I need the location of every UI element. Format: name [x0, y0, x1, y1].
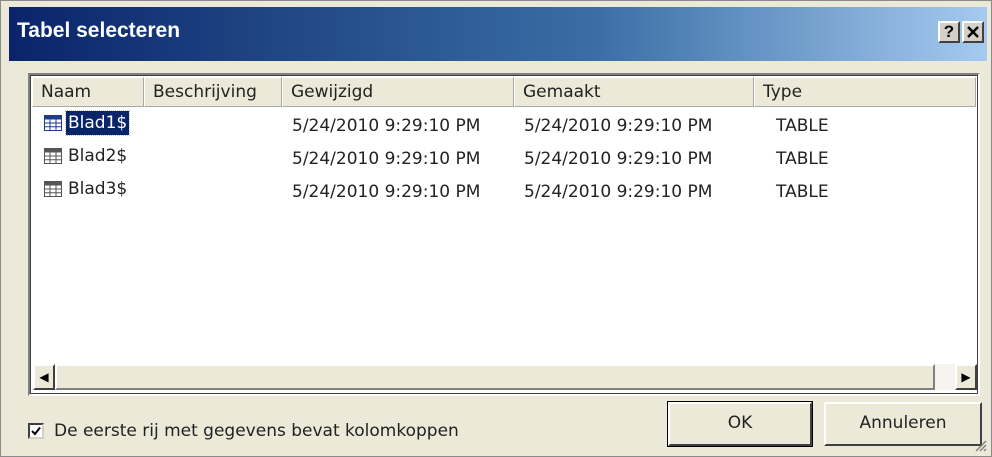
- row-created: 5/24/2010 9:29:10 PM: [524, 182, 713, 202]
- row-type: TABLE: [776, 116, 829, 136]
- column-header-modified[interactable]: Gewijzigd: [282, 77, 514, 107]
- column-header-description[interactable]: Beschrijving: [144, 77, 282, 107]
- row-name: Blad1$: [64, 110, 131, 136]
- scrollbar-thumb[interactable]: [55, 364, 935, 390]
- title-bar[interactable]: Tabel selecteren ?: [9, 7, 987, 61]
- help-button[interactable]: ?: [938, 21, 960, 43]
- table-icon: [44, 181, 62, 197]
- resize-grip-icon[interactable]: [973, 438, 987, 452]
- row-created: 5/24/2010 9:29:10 PM: [524, 116, 713, 136]
- row-name: Blad2$: [68, 146, 128, 166]
- close-icon: [967, 26, 979, 38]
- arrow-right-icon: ▶: [961, 370, 971, 384]
- column-header-name[interactable]: Naam: [32, 77, 144, 107]
- table-icon: [44, 115, 62, 131]
- scroll-right-button[interactable]: ▶: [955, 364, 977, 390]
- table-icon: [44, 148, 62, 164]
- list-header: Naam Beschrijving Gewijzigd Gemaakt Type: [32, 77, 976, 107]
- arrow-left-icon: ◀: [39, 370, 49, 384]
- header-row-checkbox[interactable]: [28, 423, 44, 439]
- row-name: Blad3$: [68, 179, 128, 199]
- column-header-type[interactable]: Type: [754, 77, 976, 107]
- table-list-view[interactable]: Naam Beschrijving Gewijzigd Gemaakt Type…: [28, 73, 980, 396]
- row-modified: 5/24/2010 9:29:10 PM: [292, 116, 481, 136]
- row-type: TABLE: [776, 182, 829, 202]
- dialog-title: Tabel selecteren: [17, 19, 181, 42]
- row-modified: 5/24/2010 9:29:10 PM: [292, 149, 481, 169]
- cancel-button[interactable]: Annuleren: [824, 402, 982, 446]
- row-type: TABLE: [776, 149, 829, 169]
- row-name-cell: Blad3$: [44, 177, 129, 201]
- ok-button[interactable]: OK: [667, 401, 813, 447]
- close-button[interactable]: [962, 21, 984, 43]
- table-row[interactable]: Blad3$ 5/24/2010 9:29:10 PM 5/24/2010 9:…: [32, 177, 976, 207]
- row-name-cell: Blad2$: [44, 144, 129, 168]
- horizontal-scrollbar[interactable]: ◀ ▶: [33, 364, 977, 390]
- header-row-option[interactable]: De eerste rij met gegevens bevat kolomko…: [28, 418, 459, 444]
- select-table-dialog: Tabel selecteren ? Naam Beschrijving Gew…: [0, 0, 992, 457]
- row-created: 5/24/2010 9:29:10 PM: [524, 149, 713, 169]
- scroll-left-button[interactable]: ◀: [33, 364, 55, 390]
- row-modified: 5/24/2010 9:29:10 PM: [292, 182, 481, 202]
- table-row[interactable]: Blad2$ 5/24/2010 9:29:10 PM 5/24/2010 9:…: [32, 144, 976, 174]
- checkmark-icon: [31, 426, 41, 436]
- table-row[interactable]: Blad1$ 5/24/2010 9:29:10 PM 5/24/2010 9:…: [32, 110, 976, 141]
- header-row-checkbox-label[interactable]: De eerste rij met gegevens bevat kolomko…: [54, 421, 459, 441]
- column-header-created[interactable]: Gemaakt: [514, 77, 754, 107]
- row-name-cell: Blad1$: [44, 110, 131, 136]
